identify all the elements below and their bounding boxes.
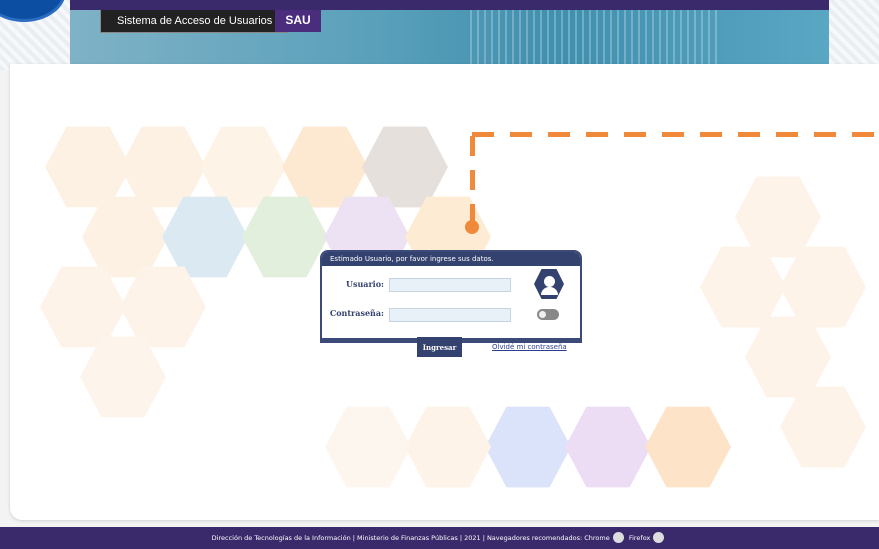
footer-browser-firefox: Firefox: [628, 534, 651, 542]
login-panel: Estimado Usuario, por favor ingrese sus …: [320, 250, 582, 343]
user-icon-head: [544, 276, 555, 287]
footer: Dirección de Tecnologías de la Informaci…: [0, 527, 879, 549]
login-prompt: Estimado Usuario, por favor ingrese sus …: [322, 252, 580, 266]
login-button[interactable]: Ingresar: [417, 337, 462, 357]
decorative-dashed-line: [470, 136, 475, 224]
background-hexagon: [325, 406, 411, 488]
footer-browser-chrome: Chrome: [584, 534, 610, 542]
user-label: Usuario:: [345, 279, 384, 289]
footer-text: Dirección de Tecnologías de la Informaci…: [211, 534, 583, 542]
background-hexagon: [405, 406, 491, 488]
decorative-dashed-line: [472, 132, 879, 137]
toggle-knob: [539, 311, 546, 318]
user-input[interactable]: [389, 278, 511, 292]
background-hexagon: [645, 406, 731, 488]
header-topbar: [70, 0, 829, 10]
user-icon: [534, 268, 564, 300]
user-icon-body: [541, 287, 558, 295]
forgot-password-link[interactable]: Olvidé mi contraseña: [492, 343, 567, 351]
background-hexagon: [485, 406, 571, 488]
system-acronym: SAU: [275, 10, 321, 32]
firefox-icon[interactable]: [653, 531, 665, 543]
system-name: Sistema de Acceso de Usuarios: [100, 10, 290, 33]
background-hexagon: [565, 406, 651, 488]
chrome-icon[interactable]: [612, 531, 624, 543]
header-decoration: [470, 10, 720, 64]
show-password-toggle[interactable]: [537, 309, 559, 320]
password-input[interactable]: [389, 308, 511, 322]
decorative-dot: [465, 220, 479, 234]
password-label: Contraseña:: [329, 308, 384, 318]
